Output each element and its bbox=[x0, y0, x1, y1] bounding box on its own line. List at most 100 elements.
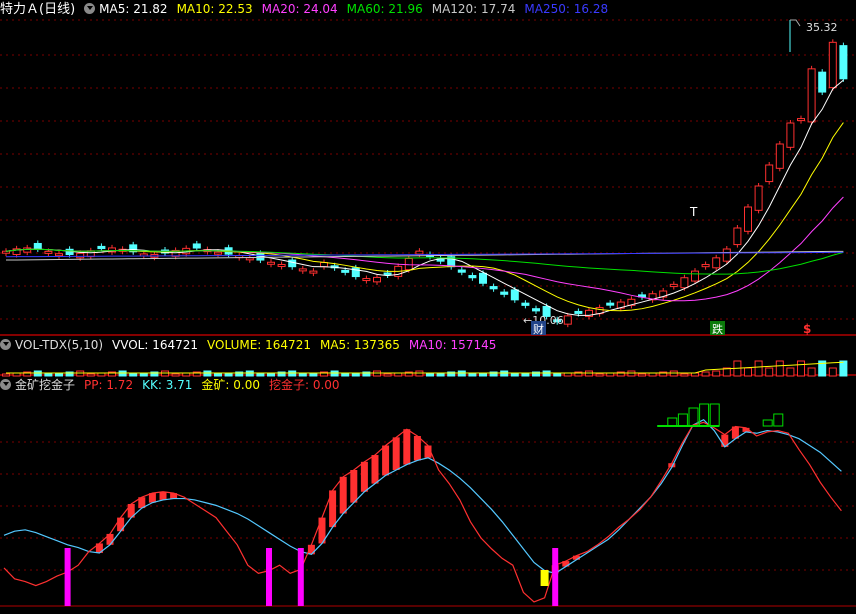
ma5-line bbox=[5, 79, 844, 316]
peak-box bbox=[773, 413, 784, 427]
candle-body bbox=[245, 257, 254, 261]
volume-bar bbox=[775, 360, 784, 377]
candle-body bbox=[267, 261, 275, 265]
volume-bar bbox=[839, 360, 848, 377]
volume-bar bbox=[786, 367, 795, 377]
candle-body bbox=[33, 242, 42, 250]
candle-body bbox=[298, 268, 307, 272]
candle-body bbox=[192, 243, 201, 249]
dollar-mark[interactable]: $ bbox=[803, 322, 811, 336]
candle-body bbox=[415, 250, 424, 255]
peak-box bbox=[709, 403, 720, 427]
ma10-line bbox=[5, 122, 844, 312]
candle-body bbox=[362, 278, 371, 282]
volume-bar bbox=[383, 373, 392, 377]
indicator-bar bbox=[382, 445, 390, 476]
candle-body bbox=[373, 276, 381, 283]
candle-body bbox=[457, 269, 466, 273]
moving-averages bbox=[5, 79, 844, 316]
candle-body bbox=[23, 247, 32, 253]
volume-bar bbox=[807, 367, 816, 377]
candle-body bbox=[404, 258, 413, 271]
indicator-bar bbox=[403, 429, 411, 465]
candles bbox=[2, 39, 848, 328]
candle-body bbox=[97, 245, 106, 250]
buy-signal-bar bbox=[64, 548, 71, 606]
volume-bar bbox=[595, 373, 604, 377]
candle-body bbox=[288, 259, 297, 268]
candle-body bbox=[818, 71, 827, 93]
grid-lines bbox=[0, 19, 856, 607]
candle-body bbox=[701, 263, 710, 268]
volume-bar bbox=[171, 373, 180, 377]
candle-body bbox=[479, 272, 487, 284]
candle-body bbox=[839, 45, 848, 80]
volume-bar bbox=[256, 373, 265, 377]
volume-bar bbox=[828, 367, 837, 377]
volume-bar bbox=[129, 373, 138, 377]
candle-body bbox=[468, 275, 477, 279]
candle-body bbox=[277, 263, 286, 267]
volume-bar bbox=[468, 373, 477, 377]
volume-bar bbox=[341, 373, 350, 377]
indicator-bar bbox=[339, 476, 347, 514]
indicator-bar bbox=[371, 455, 379, 484]
volume-bar bbox=[298, 373, 307, 377]
volume-bar bbox=[214, 373, 222, 377]
candle-body bbox=[807, 68, 816, 123]
candle-body bbox=[510, 289, 519, 301]
indicator-bar bbox=[392, 437, 400, 470]
buy-signal-bar bbox=[266, 548, 272, 606]
buy-signal-bar bbox=[552, 548, 559, 606]
candle-body bbox=[691, 270, 699, 282]
high-label: 35.32 bbox=[806, 21, 838, 34]
candle-body bbox=[733, 227, 742, 246]
candle-body bbox=[744, 206, 752, 232]
chart-canvas: 35.32 ←10.06 T 财 跌 $ bbox=[0, 19, 856, 607]
candle-body bbox=[680, 277, 689, 289]
candle-body bbox=[722, 248, 731, 262]
candle-body bbox=[669, 283, 678, 288]
t-mark: T bbox=[689, 205, 698, 219]
volume-bars bbox=[2, 360, 848, 377]
candle-body bbox=[828, 41, 837, 89]
indicator-bar bbox=[159, 491, 167, 500]
candle-body bbox=[341, 269, 350, 273]
candle-body bbox=[214, 251, 222, 255]
volume-bar bbox=[510, 373, 519, 377]
volume-bar bbox=[744, 367, 752, 377]
peak-box bbox=[677, 413, 688, 427]
high-pointer bbox=[790, 19, 801, 27]
candle-body bbox=[309, 270, 318, 274]
volume-bar bbox=[2, 373, 10, 377]
candle-body bbox=[489, 286, 498, 290]
volume-bar bbox=[553, 373, 562, 377]
volume-bar bbox=[638, 373, 646, 377]
volume-bar bbox=[680, 373, 689, 377]
candle-body bbox=[563, 315, 572, 325]
candle-body bbox=[712, 257, 721, 269]
candle-body bbox=[574, 310, 583, 314]
candle-body bbox=[532, 308, 540, 312]
candle-body bbox=[500, 291, 509, 295]
cai-mark: 财 bbox=[533, 322, 544, 336]
indicator-bar bbox=[350, 470, 358, 503]
candle-body bbox=[754, 185, 763, 211]
candle-body bbox=[765, 164, 774, 183]
indicator bbox=[3, 403, 842, 606]
peak-box bbox=[762, 419, 773, 427]
die-mark: 跌 bbox=[712, 322, 723, 336]
peak-box bbox=[667, 417, 678, 427]
indicator-bar bbox=[360, 461, 368, 492]
volume-bar bbox=[765, 367, 774, 377]
candle-body bbox=[44, 250, 53, 254]
volume-bar bbox=[44, 373, 53, 377]
kk-line bbox=[3, 418, 842, 575]
candle-body bbox=[76, 252, 85, 259]
volume-bar bbox=[426, 373, 434, 377]
candle-body bbox=[2, 250, 10, 254]
candle-body bbox=[606, 302, 615, 306]
volume-bar bbox=[797, 360, 805, 377]
volume-bar bbox=[712, 370, 721, 377]
candle-body bbox=[383, 272, 392, 276]
